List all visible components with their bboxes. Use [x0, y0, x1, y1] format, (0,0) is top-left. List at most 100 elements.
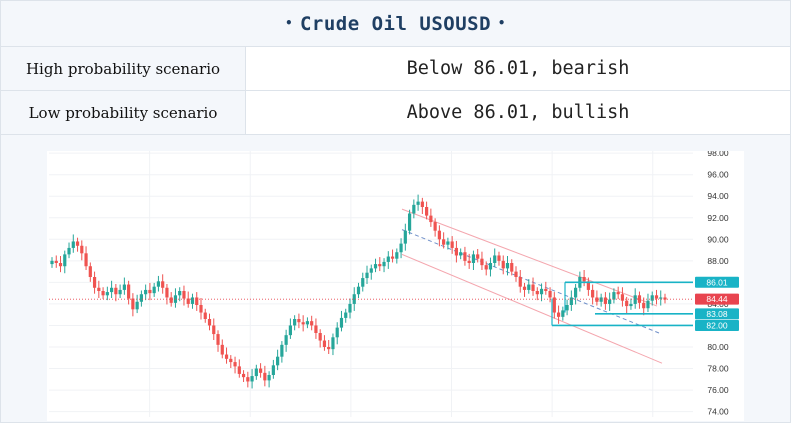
candle-body: [395, 252, 399, 259]
candle-body: [139, 294, 143, 302]
scenario-row-low: Low probability scenario Above 86.01, bu…: [1, 91, 790, 135]
candle-body: [493, 255, 497, 263]
candle-body: [127, 284, 131, 299]
candle-body: [293, 319, 297, 326]
candle-body: [659, 297, 663, 299]
chart-container: 98.0096.0094.0092.0090.0088.0086.0084.00…: [1, 135, 790, 422]
candle-body: [514, 271, 518, 277]
level-badge-label: 86.01: [706, 277, 728, 287]
candle-body: [616, 292, 620, 295]
candle-body: [246, 377, 250, 382]
candle-body: [97, 287, 101, 291]
candle-body: [373, 264, 378, 269]
candle-body: [271, 365, 275, 375]
candle-body: [433, 222, 437, 231]
candle-body: [263, 372, 267, 381]
candle-body: [75, 241, 80, 246]
candle-body: [88, 266, 92, 277]
candle-body: [574, 287, 578, 298]
candle-body: [650, 295, 654, 301]
candle-body: [527, 284, 531, 290]
candle-body: [305, 321, 310, 325]
candle-body: [522, 286, 527, 290]
candle-body: [476, 254, 480, 259]
candle-body: [608, 299, 612, 304]
candle-body: [501, 260, 505, 269]
candle-body: [216, 334, 220, 345]
title-bullet-right: •: [498, 15, 506, 30]
candle-body: [339, 317, 344, 328]
candle-body: [318, 333, 322, 341]
candle-body: [331, 337, 335, 350]
candle-body: [63, 254, 67, 267]
y-tick-label: 74.00: [707, 407, 729, 417]
candle-body: [190, 297, 195, 304]
candle-body: [224, 354, 229, 359]
candle-body: [450, 241, 454, 248]
candle-body: [71, 241, 75, 248]
candle-body: [633, 295, 637, 304]
candle-body: [156, 281, 161, 287]
candle-body: [463, 252, 467, 261]
candle-body: [488, 263, 493, 270]
candle-body: [84, 253, 88, 267]
y-tick-label: 92.00: [707, 213, 729, 223]
channel-line: [401, 208, 658, 307]
candle-body: [297, 319, 301, 323]
candle-body: [599, 297, 603, 302]
candle-body: [382, 261, 386, 267]
candle-body: [625, 300, 629, 307]
y-tick-label: 96.00: [707, 170, 729, 180]
candle-body: [510, 263, 514, 272]
candle-body: [241, 373, 246, 378]
candle-body: [267, 375, 271, 381]
candle-body: [229, 358, 233, 363]
candle-body: [531, 284, 535, 291]
candle-body: [612, 292, 616, 300]
candle-body: [459, 252, 463, 256]
candle-body: [169, 297, 173, 303]
candle-body: [152, 286, 156, 294]
scenario-row-high: High probability scenario Below 86.01, b…: [1, 47, 790, 91]
candle-body: [131, 298, 135, 310]
candle-body: [399, 243, 403, 253]
candle-body: [356, 286, 361, 295]
candle-body: [412, 204, 416, 214]
channel-midline: [401, 229, 660, 334]
candle-body: [135, 301, 139, 310]
candle-body: [254, 368, 258, 377]
candle-body: [276, 356, 280, 366]
candle-body: [199, 305, 203, 313]
candle-body: [442, 239, 446, 245]
scenario-label: High probability scenario: [1, 47, 246, 90]
candle-body: [322, 340, 327, 347]
candle-body: [122, 284, 126, 290]
y-tick-label: 88.00: [707, 256, 729, 266]
candle-body: [195, 297, 199, 305]
candle-body: [467, 260, 471, 263]
candle-body: [437, 230, 441, 240]
title-bullet-left: •: [285, 15, 293, 30]
candle-body: [484, 265, 488, 270]
candle-body: [144, 289, 148, 295]
candle-body: [561, 310, 565, 317]
scenario-value: Above 86.01, bullish: [246, 91, 790, 134]
candle-body: [403, 230, 407, 244]
candle-body: [165, 287, 169, 298]
candle-body: [105, 292, 109, 296]
y-tick-label: 90.00: [707, 234, 729, 244]
candle-body: [233, 362, 237, 367]
candle-body: [535, 291, 539, 295]
candle-body: [595, 297, 599, 302]
level-badge-label: 83.08: [706, 309, 728, 319]
candle-body: [565, 305, 569, 311]
level-badge-label: 84.44: [706, 294, 728, 304]
candle-body: [620, 294, 625, 301]
candle-body: [471, 254, 476, 263]
y-tick-label: 80.00: [707, 342, 729, 352]
candle-body: [518, 277, 522, 287]
candle-body: [446, 241, 450, 245]
y-tick-label: 94.00: [707, 191, 729, 201]
candle-body: [314, 325, 318, 333]
candle-body: [552, 297, 556, 313]
